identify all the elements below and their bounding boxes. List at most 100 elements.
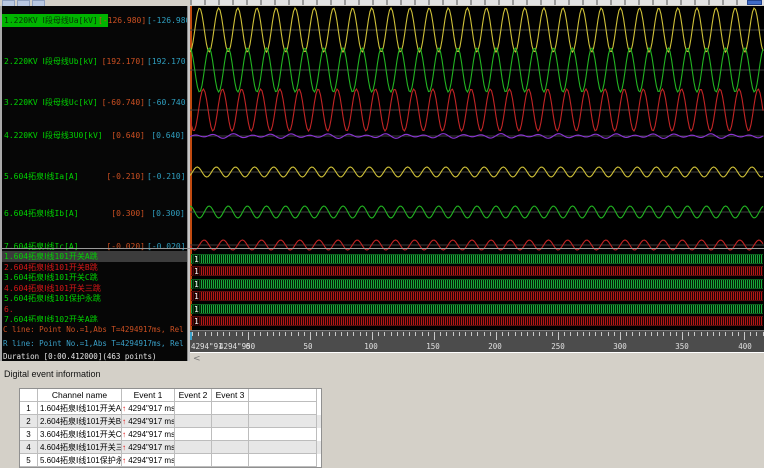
channel-name: 1.220KV Ⅰ段母线Ua[kV]: [4, 16, 98, 25]
ruler-tick: [688, 332, 690, 336]
event-table-row[interactable]: 55.604拓泉Ⅰ线101保护永跳↑ 4294"917 ms: [20, 454, 321, 467]
ruler-tick: [706, 332, 708, 336]
analog-channel-row[interactable]: 5.604拓泉Ⅰ线Ia[A] [-0.210] [-0.210]: [0, 170, 187, 183]
ruler-tick: [434, 332, 435, 340]
c-line-status: C line: Point No.=1,Abs T=4294917ms, Rel…: [3, 325, 187, 334]
event-channel-name: 2.604拓泉Ⅰ线101开关B跳: [38, 415, 122, 428]
top-position-ruler[interactable]: [190, 0, 764, 5]
ruler-tick: [551, 332, 553, 336]
ruler-tick: [750, 332, 752, 336]
ruler-tick: [359, 332, 361, 336]
channel-value-r: [-0.210]: [147, 172, 186, 181]
ruler-tick: [713, 332, 714, 336]
ruler-tick: [719, 332, 721, 336]
table-header-num: [20, 389, 38, 402]
ruler-tick: [372, 332, 373, 340]
table-header-channel: Channel name: [38, 389, 122, 402]
row-number: 4: [20, 441, 38, 454]
event3-cell: [212, 428, 249, 441]
channel-value-r: [0.640]: [151, 131, 185, 140]
ruler-tick: [297, 332, 299, 336]
ruler-tick: [452, 332, 454, 336]
ruler-tick: [192, 332, 194, 336]
ruler-tick: [310, 332, 311, 340]
digital-state-flag: 1: [193, 305, 200, 314]
ruler-tick: [229, 332, 231, 336]
ruler-tick: [248, 332, 249, 340]
channel-value-c: [-0.020]: [106, 242, 145, 251]
time-ruler[interactable]: 4294"91 4294"950 0 50 100 150 200 250 300 350 400: [190, 330, 764, 352]
digital-state-flag: 1: [193, 267, 200, 276]
channel-value-c: [-60.740]: [101, 98, 145, 107]
digital-trace-bar: 1: [191, 254, 763, 264]
ruler-tick: [694, 332, 696, 336]
waveform-plot-area[interactable]: 111111 4294"91 4294"950 0 50 100 150 200 250 300…: [190, 6, 764, 366]
channel-value-r: [-126.980]: [147, 16, 187, 25]
ruler-tick: [669, 332, 671, 336]
analog-channel-row[interactable]: 3.220KV Ⅰ段母线Uc[kV] [-60.740] [-60.740]: [0, 96, 187, 109]
ruler-tick: [396, 332, 398, 336]
horizontal-scrollbar[interactable]: <: [190, 352, 764, 366]
event-channel-name: 1.604拓泉Ⅰ线101开关A跳: [38, 402, 122, 415]
ruler-tick: [570, 332, 572, 336]
ruler-tick: [272, 332, 274, 336]
event3-cell: [212, 415, 249, 428]
rising-edge-icon: ↑: [122, 404, 126, 413]
table-header-row: Channel name Event 1 Event 2 Event 3: [20, 389, 321, 402]
ruler-tick: [737, 332, 739, 336]
cursor-status-block: C line: Point No.=1,Abs T=4294917ms, Rel…: [0, 322, 187, 361]
digital-channel-row[interactable]: 3.604拓泉Ⅰ线101开关C跳: [0, 272, 187, 283]
row-number: 3: [20, 428, 38, 441]
ruler-time-label: 150: [426, 342, 440, 351]
ruler-tick: [558, 332, 559, 340]
ruler-tick: [533, 332, 535, 336]
ruler-time-label: 250: [551, 342, 565, 351]
ruler-tick: [589, 332, 590, 336]
analog-channel-row[interactable]: 2.220KV Ⅰ段母线Ub[kV] [192.170] [192.170]: [0, 55, 187, 68]
event2-cell: [175, 428, 212, 441]
ruler-time-label: 350: [675, 342, 689, 351]
event-channel-name: 5.604拓泉Ⅰ线101保护永跳: [38, 454, 122, 467]
analog-channel-row[interactable]: 6.604拓泉Ⅰ线Ib[A] [0.300] [0.300]: [0, 207, 187, 220]
ruler-tick: [657, 332, 659, 336]
r-line-status: R line: Point No.=1,Abs T=4294917ms, Rel…: [3, 339, 187, 348]
ruler-tick: [440, 332, 442, 336]
ruler-tick: [731, 332, 733, 336]
ruler-tick: [613, 332, 615, 336]
event-table-row[interactable]: 3 3.604拓泉Ⅰ线101开关C跳 ↑ 4294"917 ms: [20, 428, 321, 441]
ruler-tick: [682, 332, 683, 340]
channel-list-panel: 1.604拓泉Ⅰ线101开关A跳 2.604拓泉Ⅰ线101开关B跳 3.604拓泉Ⅰ…: [0, 6, 187, 361]
event-table-row[interactable]: 44.604拓泉Ⅰ线101开关三跳↑ 4294"917 ms: [20, 441, 321, 454]
analog-channel-row[interactable]: 1.220KV Ⅰ段母线Ua[kV][-126.980][-126.980]: [0, 14, 187, 27]
event1-cell: ↑ 4294"917 ms: [122, 402, 175, 415]
event-table-row[interactable]: 2 2.604拓泉Ⅰ线101开关B跳 ↑ 4294"917 ms: [20, 415, 321, 428]
ruler-tick: [756, 332, 758, 336]
table-header-event3: Event 3: [212, 389, 249, 402]
event-table-row[interactable]: 1 1.604拓泉Ⅰ线101开关A跳 ↑ 4294"917 ms: [20, 402, 321, 415]
digital-event-table: Channel name Event 1 Event 2 Event 3 1 1.604拓…: [19, 388, 322, 468]
digital-channel-row[interactable]: 5.604拓泉Ⅰ线101保护永跳: [0, 293, 187, 304]
ruler-tick: [762, 332, 764, 336]
digital-trace-bar: 1: [191, 304, 763, 314]
channel-value-c: [192.170]: [101, 57, 145, 66]
ruler-tick: [527, 332, 528, 336]
ruler-tick: [595, 332, 597, 336]
ruler-tick: [260, 332, 262, 336]
ruler-tick: [576, 332, 578, 336]
ruler-tick: [328, 332, 330, 336]
analog-channel-row[interactable]: 4.220KV Ⅰ段母线3U0[kV] [0.640] [0.640]: [0, 129, 187, 142]
event-channel-name: 4.604拓泉Ⅰ线101开关三跳: [38, 441, 122, 454]
scroll-position-handle[interactable]: [747, 0, 762, 5]
ruler-tick: [403, 332, 404, 336]
channel-value-c: [-126.980]: [98, 16, 147, 25]
ruler-time-label: 200: [488, 342, 502, 351]
channel-name: 4.220KV Ⅰ段母线3U0[kV]: [4, 131, 103, 140]
ruler-tick: [465, 332, 466, 336]
ruler-tick: [477, 332, 479, 336]
scroll-left-arrow[interactable]: <: [193, 354, 201, 364]
analog-channel-row[interactable]: 7.604拓泉Ⅰ线Ic[A] [-0.020] [-0.020]: [0, 240, 187, 253]
ruler-tick: [279, 332, 280, 336]
ruler-tick: [210, 332, 212, 336]
section-title: Digital event information: [4, 369, 101, 379]
ruler-tick: [285, 332, 287, 336]
